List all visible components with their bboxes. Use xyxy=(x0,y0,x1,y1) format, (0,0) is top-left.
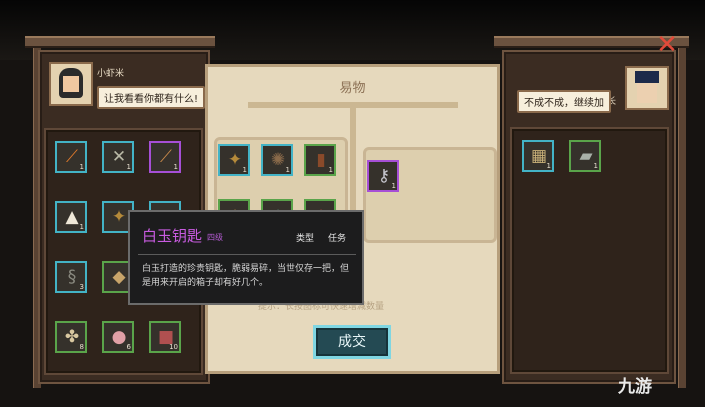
tooltip-description: 白玉打造的珍贵钥匙，脆弱易碎，当世仅存一把，但是用来开启的箱子却有好几个。 xyxy=(142,264,350,288)
item-slot[interactable]: § 3 xyxy=(55,261,87,293)
tooltip-type-value: 任务 xyxy=(328,234,347,244)
trade-title: 易物 xyxy=(339,81,366,96)
item-slot[interactable]: ■ 10 xyxy=(149,321,181,353)
left-npc-portrait xyxy=(49,62,93,106)
item-quantity: 1 xyxy=(79,163,84,171)
item-quantity: 1 xyxy=(173,163,178,171)
item-quantity: 1 xyxy=(126,163,131,171)
item-slot[interactable]: ✺ 1 xyxy=(261,144,293,176)
item-slot[interactable]: ✕ 1 xyxy=(102,141,134,173)
close-icon[interactable]: ✕ xyxy=(655,32,679,58)
item-quantity: 1 xyxy=(328,166,333,174)
item-slot[interactable]: ✦ 1 xyxy=(218,144,250,176)
right-npc-speech: 不成不成，继续加 xyxy=(517,90,611,113)
tooltip-item-name: 白玉钥匙 xyxy=(142,227,203,245)
watermark: 九游 xyxy=(618,377,652,397)
face-icon xyxy=(63,76,79,92)
item-slot[interactable]: ▮ 1 xyxy=(304,144,336,176)
face-icon xyxy=(637,83,657,103)
item-quantity: 1 xyxy=(546,162,551,170)
item-quantity: 1 xyxy=(391,182,396,190)
item-quantity: 8 xyxy=(79,343,84,351)
item-slot[interactable]: ⟋ 1 xyxy=(55,141,87,173)
item-slot[interactable]: ● 6 xyxy=(102,321,134,353)
item-slot[interactable]: ⟋ 1 xyxy=(149,141,181,173)
item-slot[interactable]: ✤ 8 xyxy=(55,321,87,353)
left-panel-roof xyxy=(25,36,215,48)
item-quantity: 1 xyxy=(593,162,598,170)
item-quantity: 6 xyxy=(126,343,131,351)
item-quantity: 10 xyxy=(169,343,178,351)
item-slot[interactable]: ▰ 1 xyxy=(569,140,601,172)
tooltip-divider xyxy=(138,254,356,255)
item-quantity: 1 xyxy=(242,166,247,174)
scorpion-icon: ✦ xyxy=(111,207,127,227)
item-slot[interactable]: ▦ 1 xyxy=(522,140,554,172)
left-npc-name: 小虾米 xyxy=(97,69,125,79)
avatar-icon xyxy=(635,71,659,83)
scroll-icon: ◆ xyxy=(112,267,126,287)
tooltip-type-label: 类型 xyxy=(296,234,315,244)
item-quantity: 1 xyxy=(79,223,84,231)
item-slot[interactable]: ⚷ 1 xyxy=(367,160,399,192)
trade-button[interactable]: 成交 xyxy=(313,325,391,359)
item-tooltip: 白玉钥匙 四级 类型 任务 白玉打造的珍贵钥匙，脆弱易碎，当世仅存一把，但是用来… xyxy=(128,210,364,305)
right-post xyxy=(678,48,686,388)
item-quantity: 1 xyxy=(285,166,290,174)
left-npc-speech: 让我看看你都有什么! xyxy=(97,86,206,109)
item-quantity: 3 xyxy=(79,283,84,291)
item-slot[interactable]: ▲ 1 xyxy=(55,201,87,233)
right-npc-portrait xyxy=(625,66,669,110)
tooltip-item-grade: 四级 xyxy=(207,233,223,242)
